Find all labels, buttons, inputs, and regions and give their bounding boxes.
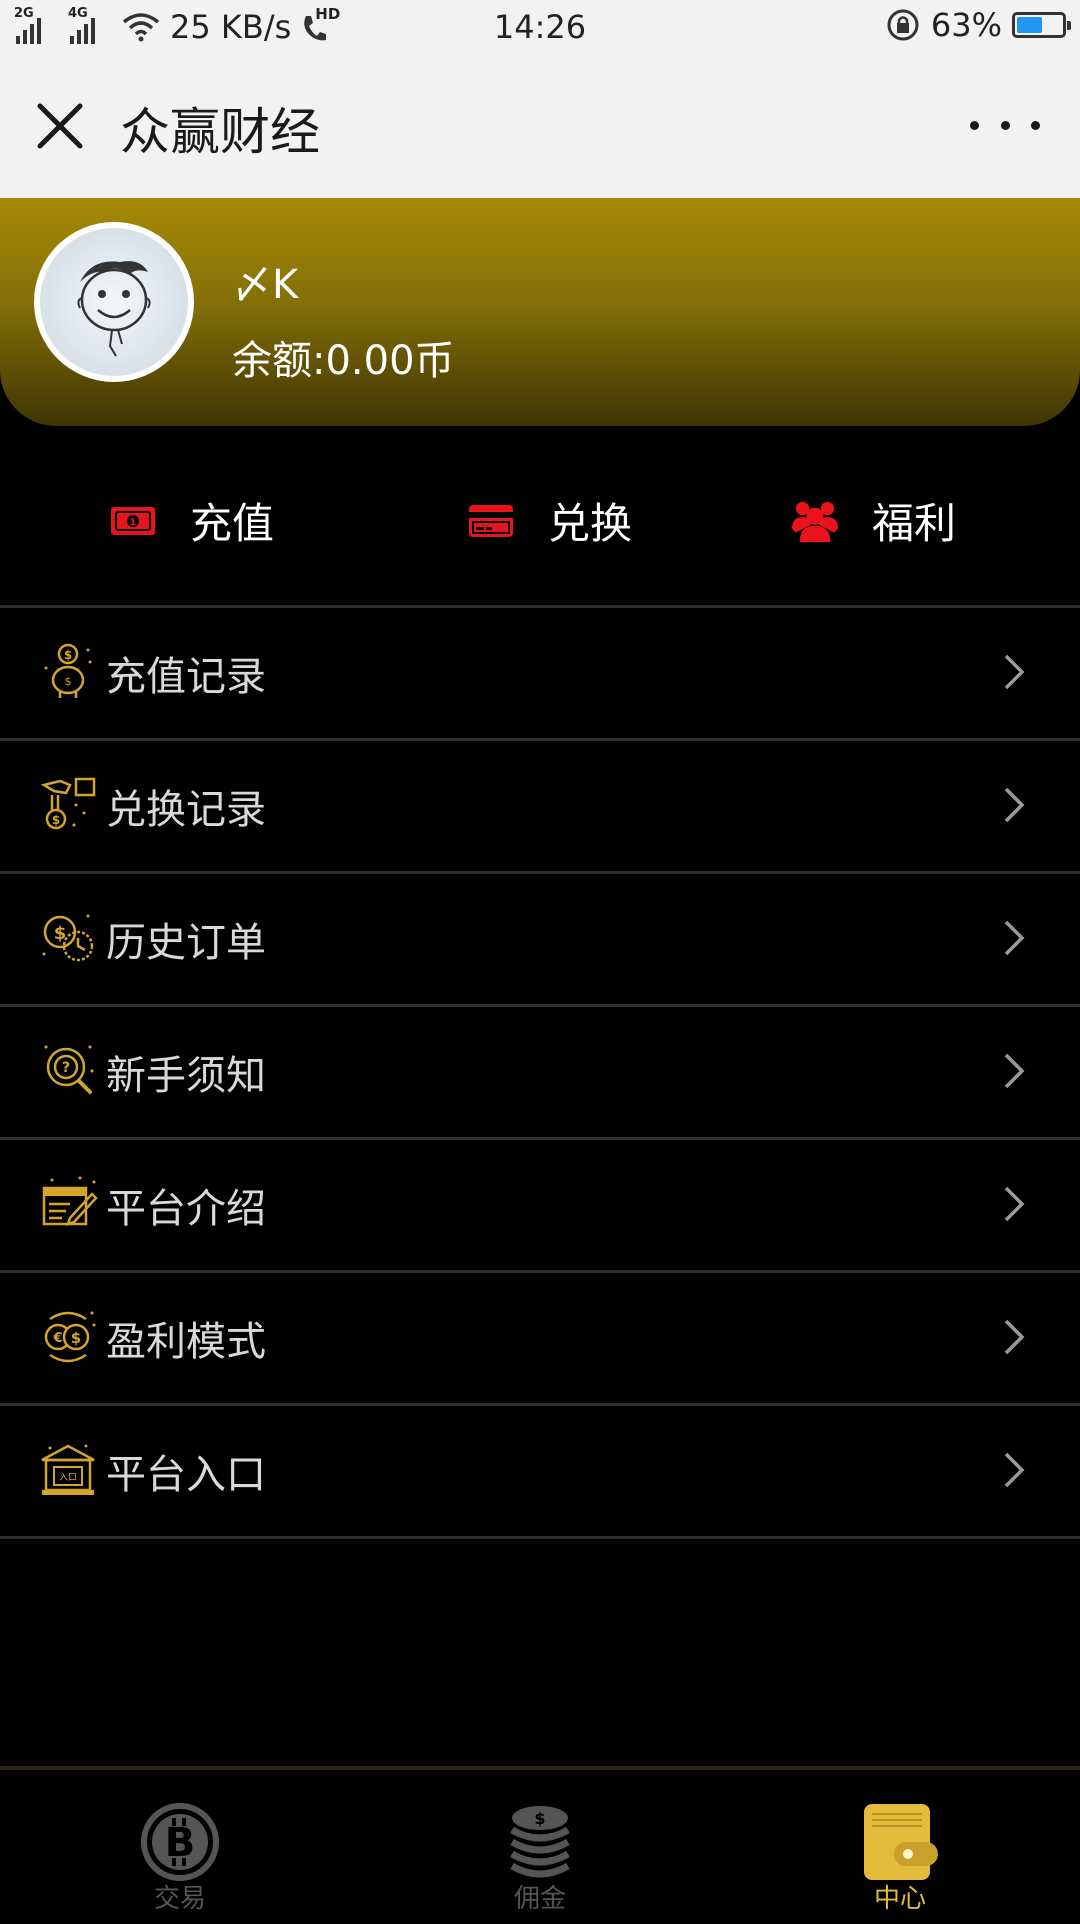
question-search-icon: ? — [44, 1045, 94, 1094]
svg-text:?: ? — [62, 1060, 70, 1076]
bottom-nav: B 交易 $ 佣金 中心 — [0, 1766, 1080, 1924]
nav-item-commission[interactable]: $ 佣金 — [360, 1770, 720, 1924]
card-icon — [468, 498, 514, 544]
menu-item-order-history[interactable]: $ 历史订单 — [0, 871, 1080, 1004]
more-dot-icon — [970, 120, 979, 130]
menu-item-exchange-records[interactable]: $ 兑换记录 — [0, 738, 1080, 871]
svg-text:$: $ — [54, 923, 67, 944]
profile-banner: 〆K 余额:0.00币 — [0, 198, 1080, 426]
nav-label: 交易 — [153, 1884, 206, 1914]
close-icon — [37, 103, 83, 149]
svg-text:$: $ — [71, 1329, 81, 1347]
menu-label: 盈利模式 — [106, 1319, 266, 1365]
coin-stack-icon: $ — [510, 1806, 570, 1878]
coin-exchange-icon: $ — [40, 777, 96, 830]
svg-text:€: € — [52, 1331, 62, 1346]
chevron-right-icon — [1004, 1186, 1025, 1222]
chevron-right-icon — [1004, 1319, 1025, 1355]
menu-label: 平台介绍 — [106, 1186, 266, 1232]
chevron-right-icon — [1004, 1452, 1025, 1488]
more-dot-icon — [1031, 120, 1040, 130]
menu-item-profit-model[interactable]: € $ 盈利模式 — [0, 1270, 1080, 1403]
menu-item-beginner-guide[interactable]: ? 新手须知 — [0, 1004, 1080, 1137]
entrance-badge: 入口 — [59, 1472, 77, 1483]
quick-actions: 1 充值 兑换 福利 — [0, 426, 1080, 606]
battery-icon — [1012, 12, 1071, 38]
svg-text:$: $ — [65, 675, 72, 688]
more-options-button[interactable] — [970, 100, 1040, 150]
recharge-button[interactable]: 1 充值 — [110, 490, 274, 551]
battery-percent: 63% — [930, 6, 1002, 44]
exchange-label: 兑换 — [548, 499, 633, 548]
nav-item-trade[interactable]: B 交易 — [0, 1770, 360, 1924]
status-right: 63% — [885, 6, 1071, 44]
menu-label: 充值记录 — [106, 654, 266, 700]
svg-text:$: $ — [534, 1809, 545, 1828]
wallet-icon — [864, 1804, 938, 1880]
chevron-right-icon — [1004, 654, 1025, 690]
chevron-right-icon — [1004, 920, 1025, 956]
svg-text:$: $ — [52, 813, 60, 827]
menu-label: 兑换记录 — [106, 787, 266, 833]
chevron-right-icon — [1004, 1053, 1025, 1089]
menu-item-platform-intro[interactable]: 平台介绍 — [0, 1137, 1080, 1270]
menu-label: 平台入口 — [106, 1452, 266, 1498]
title-bar: 众赢财经 — [0, 56, 1080, 198]
welfare-label: 福利 — [872, 499, 957, 548]
document-pen-icon — [42, 1176, 98, 1226]
bitcoin-icon: B — [141, 1803, 219, 1881]
rotation-lock-icon — [887, 9, 919, 41]
menu-list: $ $ 充值记录 $ 兑换记录 $ 历史订单 ? 新手须知 平台介绍 € $ 盈… — [0, 605, 1080, 1539]
welfare-button[interactable]: 福利 — [792, 490, 956, 551]
username: 〆K — [232, 262, 299, 308]
menu-item-platform-entrance[interactable]: 入口 平台入口 — [0, 1403, 1080, 1539]
nav-item-center[interactable]: 中心 — [720, 1770, 1080, 1924]
more-dot-icon — [1000, 120, 1010, 130]
avatar[interactable] — [34, 222, 194, 382]
svg-text:$: $ — [64, 648, 72, 662]
cash-icon: 1 — [110, 498, 156, 544]
recharge-label: 充值 — [190, 499, 275, 548]
close-button[interactable] — [28, 94, 92, 158]
building-entrance-icon: 入口 — [41, 1444, 95, 1495]
chevron-right-icon — [1004, 787, 1025, 823]
page-title: 众赢财经 — [120, 103, 320, 161]
nav-label: 佣金 — [513, 1884, 566, 1914]
menu-label: 新手须知 — [106, 1053, 266, 1099]
cartoon-face-icon — [77, 261, 151, 357]
coins-cycle-icon: € $ — [44, 1311, 96, 1363]
svg-text:B: B — [165, 1820, 196, 1866]
group-icon — [792, 498, 838, 544]
exchange-button[interactable]: 兑换 — [468, 490, 632, 551]
piggy-bank-coin-icon: $ $ — [44, 643, 92, 698]
svg-text:1: 1 — [130, 517, 137, 528]
balance: 余额:0.00币 — [232, 338, 455, 384]
clock-coin-icon: $ — [42, 914, 94, 962]
menu-label: 历史订单 — [106, 920, 266, 966]
nav-label: 中心 — [873, 1884, 926, 1914]
status-bar: 2G 4G 25 KB/s HD 14:26 63% — [0, 0, 1080, 56]
menu-item-recharge-records[interactable]: $ $ 充值记录 — [0, 605, 1080, 738]
